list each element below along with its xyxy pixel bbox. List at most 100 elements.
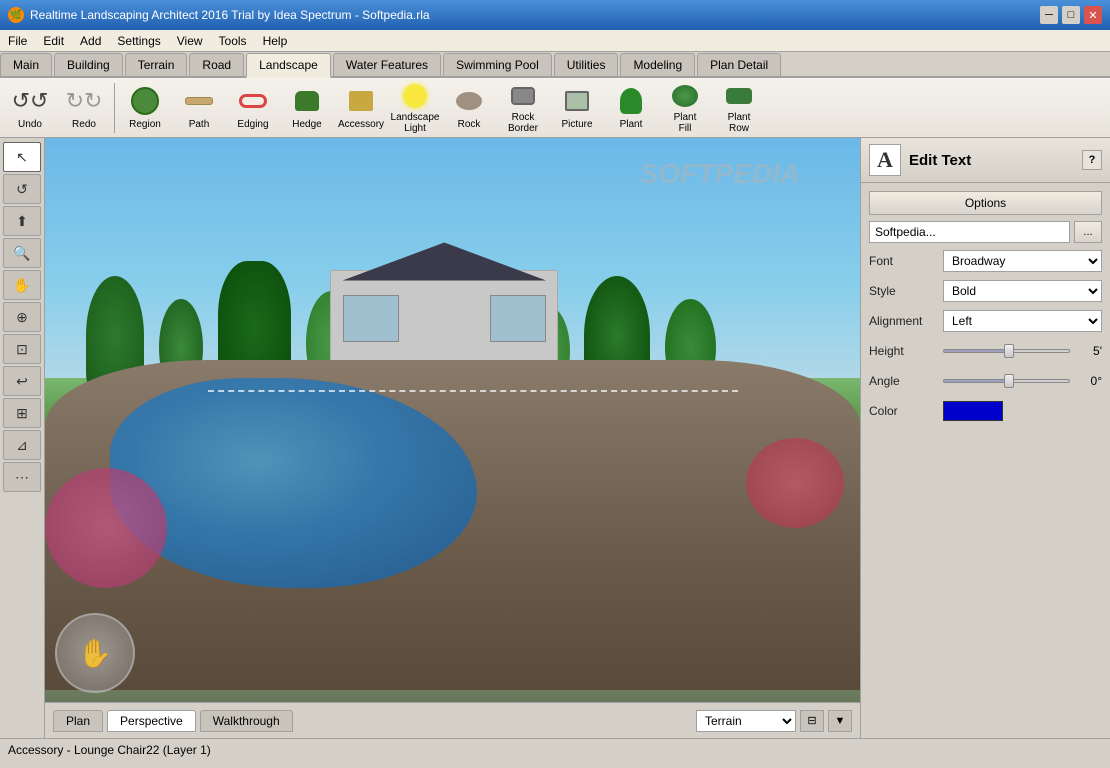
view-tab-walkthrough[interactable]: Walkthrough bbox=[200, 710, 293, 732]
menu-add[interactable]: Add bbox=[72, 30, 109, 51]
tab-building[interactable]: Building bbox=[54, 53, 123, 76]
pan-up-button[interactable]: ⬆ bbox=[3, 206, 41, 236]
redo-icon: ↻ bbox=[68, 85, 100, 117]
color-swatch[interactable] bbox=[943, 401, 1003, 421]
view-layers-button[interactable]: ⊟ bbox=[800, 710, 824, 732]
grid-button[interactable]: ⊞ bbox=[3, 398, 41, 428]
statusbar: Accessory - Lounge Chair22 (Layer 1) bbox=[0, 738, 1110, 760]
height-control: 5' bbox=[943, 344, 1102, 358]
redo-button[interactable]: ↻ Redo bbox=[58, 81, 110, 135]
plant-row-button[interactable]: Plant Row bbox=[713, 81, 765, 135]
close-button[interactable]: ✕ bbox=[1084, 6, 1102, 24]
titlebar-left: 🌿 Realtime Landscaping Architect 2016 Tr… bbox=[8, 7, 430, 23]
view-tab-plan[interactable]: Plan bbox=[53, 710, 103, 732]
terrain-select[interactable]: Terrain Region Road bbox=[696, 710, 796, 732]
viewport[interactable]: SOFTPEDIA ✋ Plan Perspective Walkthrough… bbox=[45, 138, 860, 738]
undo-icon: ↺ bbox=[14, 85, 46, 117]
height-row: Height 5' bbox=[869, 339, 1102, 363]
rock-button[interactable]: Rock bbox=[443, 81, 495, 135]
redo-label: Redo bbox=[72, 119, 96, 130]
angle-slider[interactable] bbox=[943, 379, 1070, 383]
more-tools-button[interactable]: ⋯ bbox=[3, 462, 41, 492]
tab-terrain[interactable]: Terrain bbox=[125, 53, 188, 76]
flowers-left bbox=[45, 468, 167, 588]
browse-button[interactable]: ... bbox=[1074, 221, 1102, 243]
options-button[interactable]: Options bbox=[869, 191, 1102, 215]
path-icon bbox=[183, 85, 215, 117]
angle-slider-thumb bbox=[1004, 374, 1014, 388]
landscape-light-label: Landscape Light bbox=[391, 112, 440, 134]
accessory-label: Accessory bbox=[338, 119, 384, 130]
menu-settings[interactable]: Settings bbox=[109, 30, 168, 51]
status-text: Accessory - Lounge Chair22 (Layer 1) bbox=[8, 743, 211, 757]
left-toolbar: ↖ ↺ ⬆ 🔍 ✋ ⊕ ⊡ ↩ ⊞ ⊿ ⋯ bbox=[0, 138, 45, 738]
rock-label: Rock bbox=[458, 119, 481, 130]
plant-icon bbox=[615, 85, 647, 117]
font-row: Font Broadway Arial Times New Roman bbox=[869, 249, 1102, 273]
menu-help[interactable]: Help bbox=[255, 30, 296, 51]
plant-fill-button[interactable]: Plant Fill bbox=[659, 81, 711, 135]
height-slider[interactable] bbox=[943, 349, 1070, 353]
window-title: Realtime Landscaping Architect 2016 Tria… bbox=[30, 8, 430, 22]
alignment-select[interactable]: Left Center Right bbox=[943, 310, 1102, 332]
panel-icon: A bbox=[869, 144, 901, 176]
landscape-light-button[interactable]: Landscape Light bbox=[389, 81, 441, 135]
hand-tool-button[interactable]: ✋ bbox=[3, 270, 41, 300]
panel-help-button[interactable]: ? bbox=[1082, 150, 1102, 170]
plant-label: Plant bbox=[620, 119, 643, 130]
hedge-label: Hedge bbox=[292, 119, 321, 130]
plant-button[interactable]: Plant bbox=[605, 81, 657, 135]
region-label: Region bbox=[129, 119, 161, 130]
path-button[interactable]: Path bbox=[173, 81, 225, 135]
tab-road[interactable]: Road bbox=[189, 53, 244, 76]
menu-view[interactable]: View bbox=[169, 30, 211, 51]
view-tab-perspective[interactable]: Perspective bbox=[107, 710, 196, 732]
panel-content: Options ... Font Broadway Arial Times Ne… bbox=[861, 183, 1110, 431]
menu-file[interactable]: File bbox=[0, 30, 35, 51]
view-dropdown-button[interactable]: ▼ bbox=[828, 710, 852, 732]
plant-fill-label: Plant Fill bbox=[674, 112, 697, 134]
select-tool-button[interactable]: ↖ bbox=[3, 142, 41, 172]
font-control: Broadway Arial Times New Roman bbox=[943, 250, 1102, 272]
tab-swimming-pool[interactable]: Swimming Pool bbox=[443, 53, 552, 76]
rotate-button[interactable]: ↩ bbox=[3, 366, 41, 396]
undo-left-button[interactable]: ↺ bbox=[3, 174, 41, 204]
accessory-button[interactable]: Accessory bbox=[335, 81, 387, 135]
tab-water-features[interactable]: Water Features bbox=[333, 53, 441, 76]
zoom-in-button[interactable]: ⊕ bbox=[3, 302, 41, 332]
panel-header: A Edit Text ? bbox=[861, 138, 1110, 183]
text-input-field[interactable] bbox=[869, 221, 1070, 243]
menu-tools[interactable]: Tools bbox=[211, 30, 255, 51]
font-label: Font bbox=[869, 254, 939, 268]
minimize-button[interactable]: ─ bbox=[1040, 6, 1058, 24]
text-edit-line bbox=[208, 390, 738, 392]
style-select[interactable]: Bold Regular Italic Bold Italic bbox=[943, 280, 1102, 302]
tab-main[interactable]: Main bbox=[0, 53, 52, 76]
font-select[interactable]: Broadway Arial Times New Roman bbox=[943, 250, 1102, 272]
viewport-bottom-bar: Plan Perspective Walkthrough Terrain Reg… bbox=[45, 702, 860, 738]
style-label: Style bbox=[869, 284, 939, 298]
maximize-button[interactable]: □ bbox=[1062, 6, 1080, 24]
zoom-out-button[interactable]: 🔍 bbox=[3, 238, 41, 268]
edging-label: Edging bbox=[237, 119, 268, 130]
plant-row-icon bbox=[723, 82, 755, 110]
menu-edit[interactable]: Edit bbox=[35, 30, 72, 51]
zoom-fit-button[interactable]: ⊡ bbox=[3, 334, 41, 364]
undo-button[interactable]: ↺ Undo bbox=[4, 81, 56, 135]
hedge-button[interactable]: Hedge bbox=[281, 81, 333, 135]
tab-utilities[interactable]: Utilities bbox=[554, 53, 619, 76]
rock-border-button[interactable]: Rock Border bbox=[497, 81, 549, 135]
rock-border-icon bbox=[507, 82, 539, 110]
edging-button[interactable]: Edging bbox=[227, 81, 279, 135]
height-value: 5' bbox=[1074, 344, 1102, 358]
panel-title: Edit Text bbox=[909, 152, 1074, 169]
picture-button[interactable]: Picture bbox=[551, 81, 603, 135]
height-label: Height bbox=[869, 344, 939, 358]
angle-control: 0° bbox=[943, 374, 1102, 388]
region-button[interactable]: Region bbox=[119, 81, 171, 135]
tab-landscape[interactable]: Landscape bbox=[246, 53, 331, 78]
tab-plan-detail[interactable]: Plan Detail bbox=[697, 53, 781, 76]
rock-icon bbox=[453, 85, 485, 117]
tab-modeling[interactable]: Modeling bbox=[620, 53, 695, 76]
snap-button[interactable]: ⊿ bbox=[3, 430, 41, 460]
